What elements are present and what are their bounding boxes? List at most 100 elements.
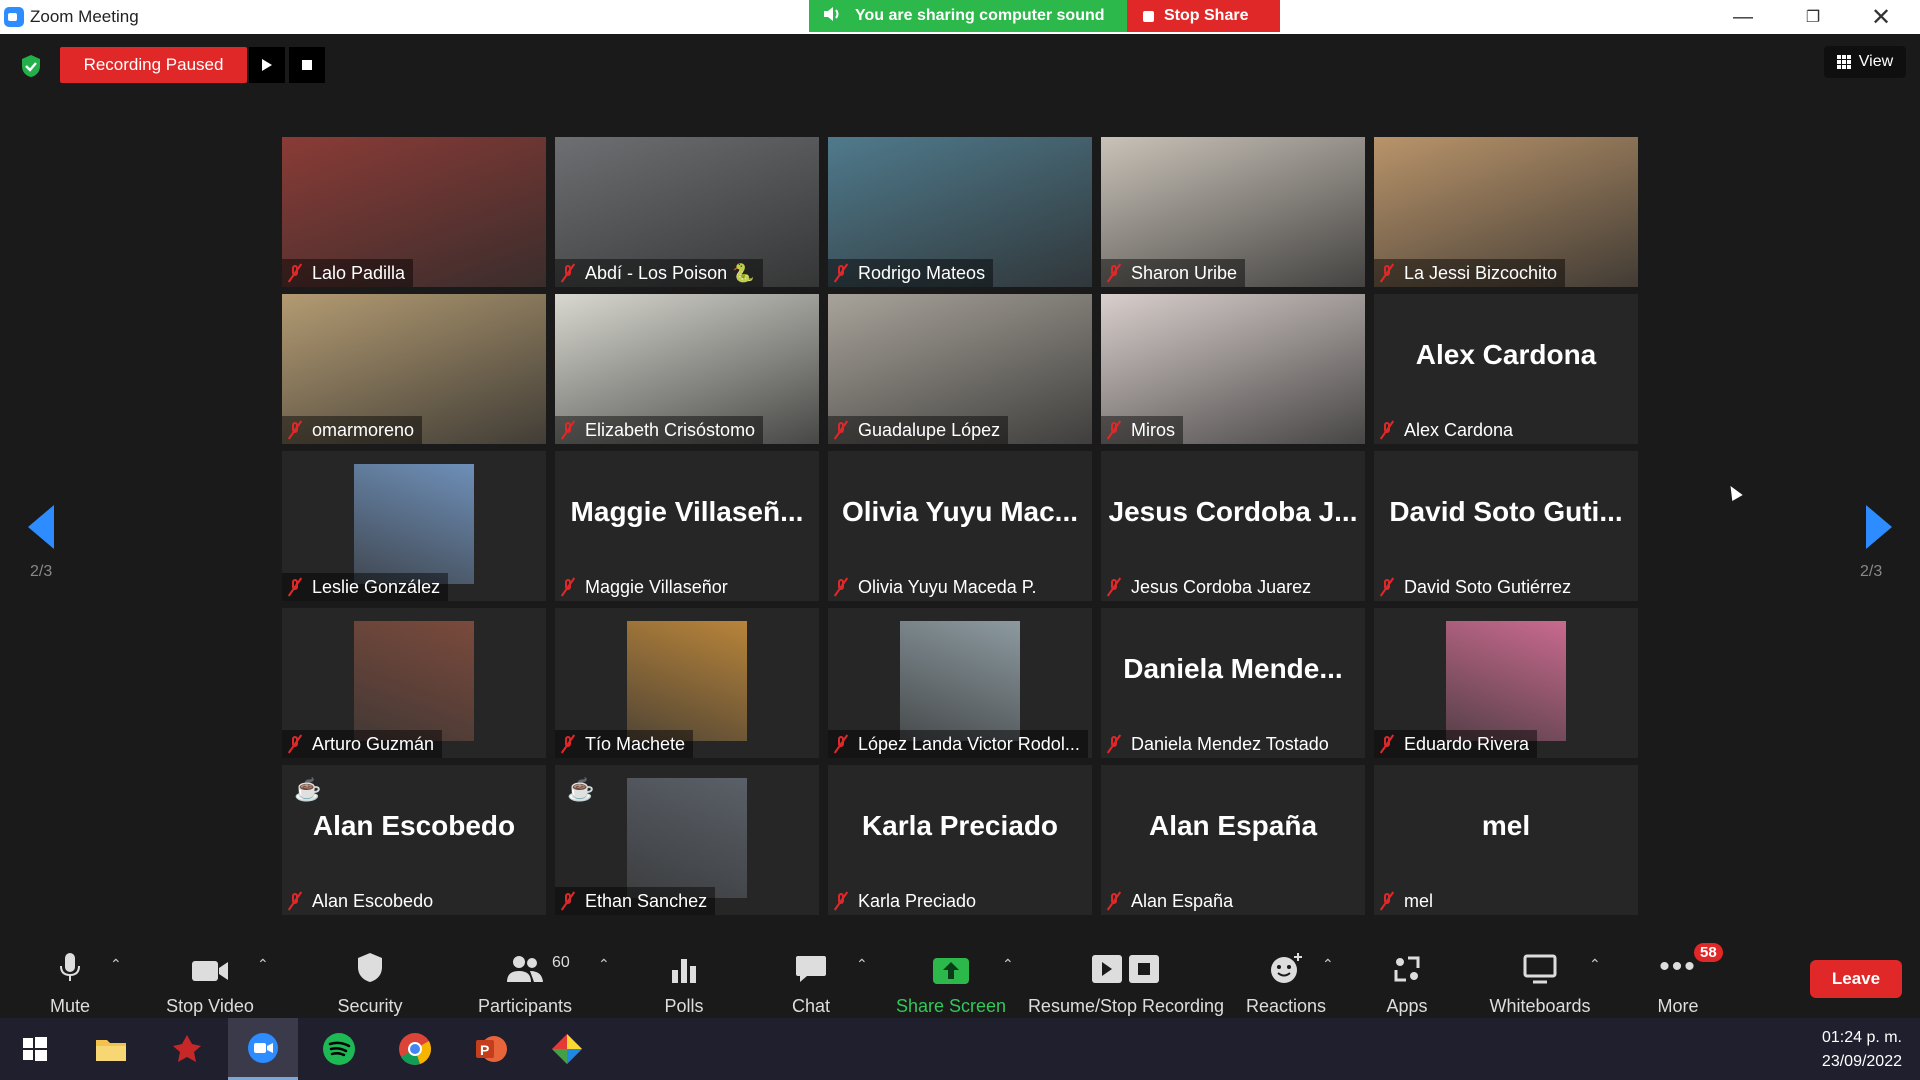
participant-tile[interactable]: Sharon Uribe	[1101, 137, 1365, 287]
reactions-button[interactable]: Reactions	[1246, 940, 1326, 1018]
apps-button[interactable]: Apps	[1377, 940, 1437, 1018]
share-screen-button[interactable]: Share Screen	[896, 940, 1006, 1018]
muted-microphone-icon	[288, 892, 302, 910]
participant-profile-photo	[900, 621, 1020, 741]
kite-app-icon[interactable]	[532, 1018, 602, 1080]
participant-tile[interactable]: Miros	[1101, 294, 1365, 444]
participant-name-label: Leslie González	[312, 576, 441, 597]
stop-video-label: Stop Video	[166, 996, 254, 1016]
chrome-icon[interactable]	[380, 1018, 450, 1080]
play-icon	[262, 59, 272, 71]
next-page-arrow-icon[interactable]	[1866, 505, 1892, 549]
participant-tile[interactable]: Elizabeth Crisóstomo	[555, 294, 819, 444]
participant-name-label: Olivia Yuyu Maceda P.	[858, 576, 1037, 597]
whiteboards-button[interactable]: Whiteboards	[1480, 940, 1600, 1018]
close-icon[interactable]: ✕	[1858, 0, 1904, 34]
resume-stop-recording-button[interactable]: Resume/Stop Recording	[1026, 940, 1226, 1018]
resume-recording-button[interactable]	[249, 47, 285, 83]
participant-name-label: Abdí - Los Poison 🐍	[585, 262, 755, 283]
participants-options-caret-icon[interactable]: ⌃	[598, 956, 610, 973]
game-app-icon[interactable]	[152, 1018, 222, 1080]
participant-tile[interactable]: Tío Machete	[555, 608, 819, 758]
participant-display-name: Daniela Mende...	[1123, 653, 1343, 684]
restore-icon[interactable]: ❐	[1790, 0, 1836, 34]
participant-tile[interactable]: Jesus Cordoba J... Jesus Cordoba Juarez	[1101, 451, 1365, 601]
view-button[interactable]: View	[1824, 46, 1906, 78]
whiteboards-options-caret-icon[interactable]: ⌃	[1589, 956, 1601, 973]
participant-tile[interactable]: Olivia Yuyu Mac... Olivia Yuyu Maceda P.	[828, 451, 1092, 601]
participant-tile[interactable]: La Jessi Bizcochito	[1374, 137, 1638, 287]
participant-name-bar: Alan Escobedo	[282, 887, 441, 915]
participant-tile[interactable]: mel mel	[1374, 765, 1638, 915]
more-notification-badge: 58	[1694, 943, 1723, 962]
share-options-caret-icon[interactable]: ⌃	[1002, 956, 1014, 973]
participant-tile[interactable]: Alan España Alan España	[1101, 765, 1365, 915]
participant-display-name: Alan Escobedo	[312, 810, 516, 841]
participant-tile[interactable]: Arturo Guzmán	[282, 608, 546, 758]
page-indicator-left: 2/3	[30, 563, 53, 580]
participant-tile[interactable]: Leslie González	[282, 451, 546, 601]
participant-name-bar: Elizabeth Crisóstomo	[555, 416, 764, 444]
participant-tile[interactable]: omarmoreno	[282, 294, 546, 444]
participant-name-label: Rodrigo Mateos	[858, 262, 986, 283]
participant-name-bar: mel	[1374, 887, 1441, 915]
participant-name-label: Alex Cardona	[1404, 419, 1514, 440]
participant-tile[interactable]: Karla Preciado Karla Preciado	[828, 765, 1092, 915]
apps-label: Apps	[1386, 996, 1428, 1016]
leave-button[interactable]: Leave	[1810, 960, 1902, 998]
participant-tile[interactable]: Alex Cardona Alex Cardona	[1374, 294, 1638, 444]
participant-tile[interactable]: Rodrigo Mateos	[828, 137, 1092, 287]
muted-microphone-icon	[1380, 892, 1394, 910]
stop-share-button[interactable]: Stop Share	[1127, 0, 1280, 32]
clock-date: 23/09/2022	[1821, 1053, 1902, 1070]
participant-tile[interactable]: ☕ Ethan Sanchez	[555, 765, 819, 915]
video-options-caret-icon[interactable]: ⌃	[257, 956, 269, 973]
chat-button[interactable]: Chat	[781, 940, 841, 1018]
windows-start-icon[interactable]	[0, 1018, 70, 1080]
more-label: More	[1657, 996, 1699, 1016]
participant-tile[interactable]: Daniela Mende... Daniela Mendez Tostado	[1101, 608, 1365, 758]
previous-page-arrow-icon[interactable]	[28, 505, 54, 549]
participant-tile[interactable]: David Soto Guti... David Soto Gutiérrez	[1374, 451, 1638, 601]
participant-tile[interactable]: Maggie Villaseñ... Maggie Villaseñor	[555, 451, 819, 601]
participant-name-label: Maggie Villaseñor	[585, 576, 728, 597]
participant-name-label: Alan España	[1131, 890, 1234, 911]
participant-name-bar: Abdí - Los Poison 🐍	[555, 259, 763, 287]
mute-button[interactable]: Mute	[40, 940, 100, 1018]
security-shield-icon[interactable]	[20, 54, 42, 78]
muted-microphone-icon	[1107, 578, 1121, 596]
participant-name-label: Miros	[1131, 419, 1175, 440]
spotify-icon[interactable]	[304, 1018, 374, 1080]
zoom-app-icon	[4, 7, 24, 27]
chat-options-caret-icon[interactable]: ⌃	[856, 956, 868, 973]
stop-recording-button[interactable]	[289, 47, 325, 83]
participant-name-label: Ethan Sanchez	[585, 890, 708, 911]
participant-display-name: Alan España	[1148, 810, 1318, 841]
participant-tile[interactable]: Lalo Padilla	[282, 137, 546, 287]
participants-button[interactable]: Participants	[475, 940, 575, 1018]
muted-microphone-icon	[1107, 735, 1121, 753]
security-button[interactable]: Security	[330, 940, 410, 1018]
stop-video-button[interactable]: Stop Video	[160, 940, 260, 1018]
zoom-taskbar-icon[interactable]	[228, 1018, 298, 1080]
participant-name-bar: David Soto Gutiérrez	[1374, 573, 1579, 601]
muted-microphone-icon	[561, 578, 575, 596]
participant-tile[interactable]: Eduardo Rivera	[1374, 608, 1638, 758]
reactions-options-caret-icon[interactable]: ⌃	[1322, 956, 1334, 973]
participant-tile[interactable]: Alan Escobedo ☕ Alan Escobedo	[282, 765, 546, 915]
sharing-sound-banner: You are sharing computer sound	[809, 0, 1127, 32]
minimize-icon[interactable]: —	[1720, 0, 1766, 34]
reactions-label: Reactions	[1245, 996, 1327, 1016]
participant-tile[interactable]: Abdí - Los Poison 🐍	[555, 137, 819, 287]
participant-display-name: Alex Cardona	[1415, 339, 1597, 370]
participant-tile[interactable]: López Landa Victor Rodol...	[828, 608, 1092, 758]
powerpoint-icon[interactable]: P	[456, 1018, 526, 1080]
participant-name-bar: Alan España	[1101, 887, 1241, 915]
file-explorer-icon[interactable]	[76, 1018, 146, 1080]
audio-options-caret-icon[interactable]: ⌃	[110, 956, 122, 973]
muted-microphone-icon	[1380, 421, 1394, 439]
system-clock[interactable]: 01:24 p. m. 23/09/2022	[1822, 1026, 1902, 1074]
participant-tile[interactable]: Guadalupe López	[828, 294, 1092, 444]
participant-name-label: Tío Machete	[585, 733, 686, 754]
polls-button[interactable]: Polls	[654, 940, 714, 1018]
